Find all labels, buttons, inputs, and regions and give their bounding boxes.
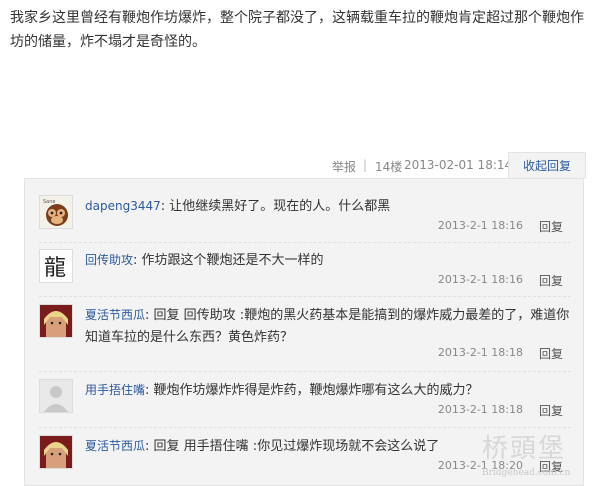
collapse-replies-button[interactable]: 收起回复 (508, 152, 586, 179)
reply-colon: : (160, 199, 166, 214)
reply-divider (39, 242, 571, 243)
reply-colon: : (133, 253, 138, 268)
reply-text: 回复 回传助攻 :鞭炮的黑火药基本是能搞到的爆炸威力最差的了，难道你知道车拉的是… (85, 308, 570, 345)
default-user-avatar-icon[interactable] (39, 379, 73, 413)
reply-button[interactable]: 回复 (539, 272, 563, 289)
reply-colon: : (145, 308, 150, 323)
meta-separator: | (363, 158, 368, 172)
reply-button[interactable]: 回复 (539, 345, 563, 362)
post-text: 我家乡这里曾经有鞭炮作坊爆炸，整个院子都没了，这辆载重车拉的鞭炮肯定超过那个鞭炮… (10, 10, 584, 50)
reply-username[interactable]: 夏活节西瓜 (85, 439, 145, 453)
reply-button[interactable]: 回复 (539, 402, 563, 419)
reply-time: 2013-2-1 18:16 (437, 219, 523, 232)
reply-time: 2013-2-1 18:18 (437, 346, 523, 359)
monkey-avatar-icon[interactable]: Sane (39, 195, 73, 229)
svg-text:龍: 龍 (44, 256, 66, 281)
reply-username[interactable]: 用手捂住嘴 (85, 383, 145, 397)
svg-text:Sane: Sane (43, 199, 55, 205)
reply-text: 鞭炮作坊爆炸炸得是炸药，鞭炮爆炸哪有这么大的威力？ (153, 383, 479, 398)
dragon-calligraphy-avatar-icon[interactable]: 龍 (39, 249, 73, 283)
reply-time: 2013-2-1 18:18 (437, 403, 523, 416)
reply-text: 让他继续黑好了。现在的人。什么都黑 (169, 199, 391, 214)
reply-divider (39, 427, 571, 428)
reply-list: Sane dapeng3447: 让他继续黑好了。现在的人。什么都黑 2013-… (24, 178, 584, 486)
reply-button[interactable]: 回复 (539, 458, 563, 475)
report-link[interactable]: 举报 (332, 158, 356, 175)
reply-text: 作坊跟这个鞭炮还是不大一样的 (141, 253, 324, 268)
reply-divider (39, 371, 571, 372)
floor-number: 14楼 (375, 160, 403, 174)
reply-divider (39, 296, 571, 297)
post-meta-row: 举报 | 14楼 2013-02-01 18:14 收起回复 (0, 152, 598, 179)
reply-button[interactable]: 回复 (539, 218, 563, 235)
anime-character-avatar-icon[interactable] (39, 304, 73, 338)
reply-time: 2013-2-1 18:16 (437, 273, 523, 286)
reply-username[interactable]: 回传助攻 (85, 253, 133, 267)
reply-colon: : (145, 439, 150, 454)
reply-colon: : (145, 383, 150, 398)
post-time: 2013-02-01 18:14 (404, 158, 513, 172)
reply-username[interactable]: 夏活节西瓜 (85, 308, 145, 322)
reply-time: 2013-2-1 18:20 (437, 459, 523, 472)
reply-text: 回复 用手捂住嘴 :你见过爆炸现场就不会这么说了 (153, 439, 440, 454)
reply-username[interactable]: dapeng3447 (85, 199, 161, 213)
anime-character-avatar-icon[interactable] (39, 435, 73, 469)
